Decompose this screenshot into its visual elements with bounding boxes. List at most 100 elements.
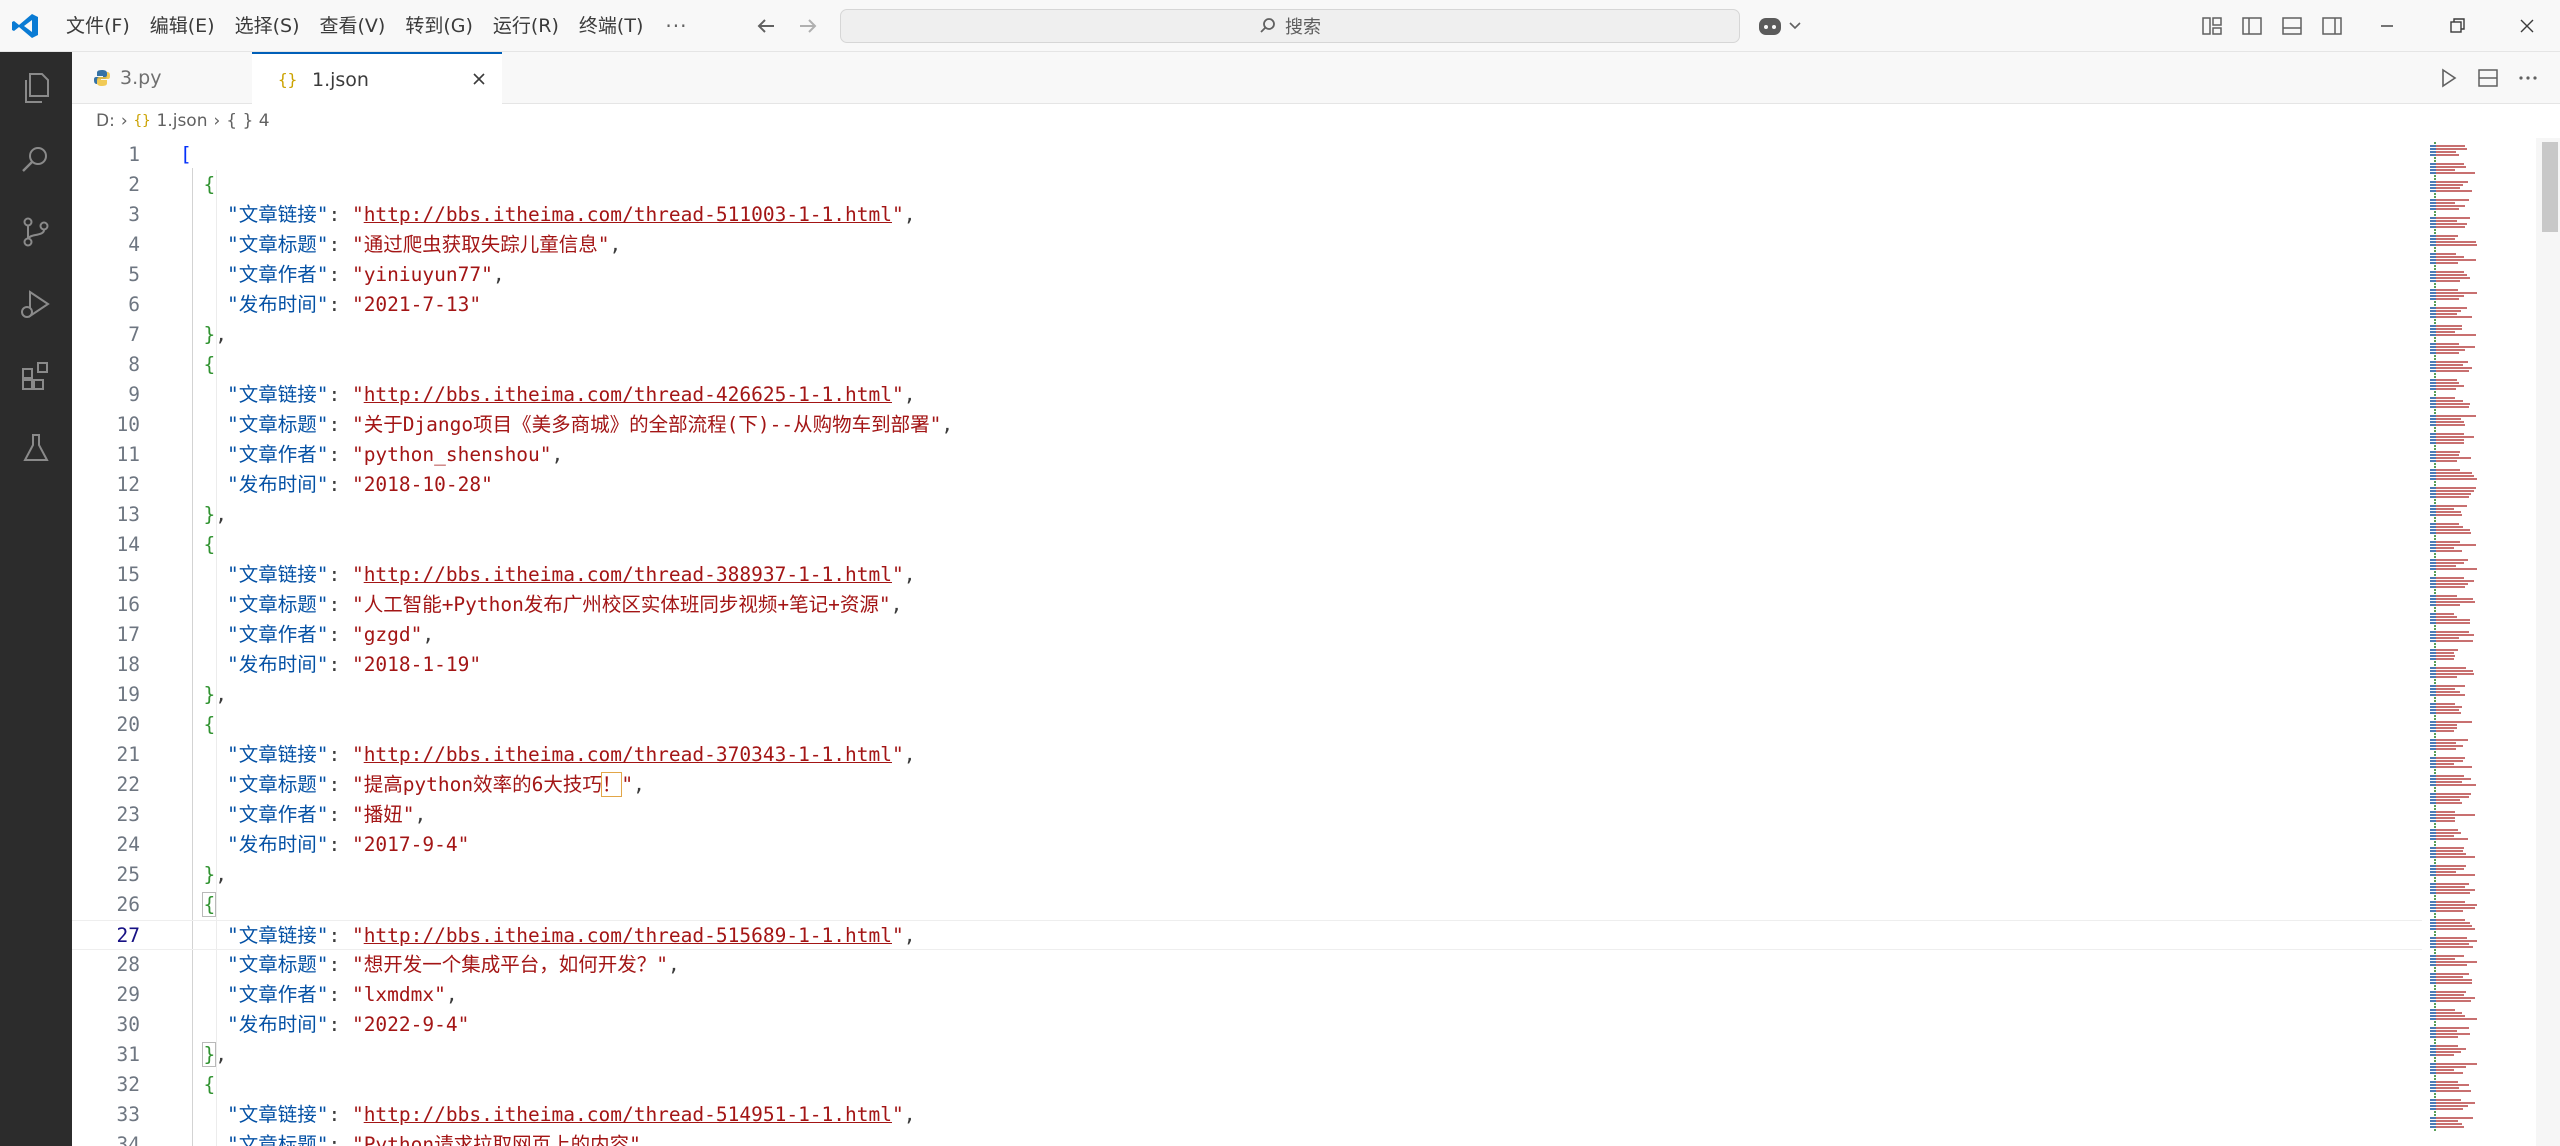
testing-icon[interactable] bbox=[18, 430, 54, 466]
source-control-icon[interactable] bbox=[18, 214, 54, 250]
code-line[interactable]: 8 { bbox=[72, 350, 2422, 380]
line-number: 25 bbox=[116, 863, 140, 886]
minimap-line bbox=[2436, 1120, 2458, 1122]
menu-selection[interactable]: 选择(S) bbox=[225, 0, 310, 52]
run-debug-icon[interactable] bbox=[18, 286, 54, 322]
code-line[interactable]: 13 }, bbox=[72, 500, 2422, 530]
minimap-line bbox=[2436, 208, 2459, 210]
extensions-icon[interactable] bbox=[18, 358, 54, 394]
code-line[interactable]: 6 "发布时间": "2021-7-13" bbox=[72, 290, 2422, 320]
code-line[interactable]: 10 "文章标题": "关于Django项目《美多商城》的全部流程(下)--从购… bbox=[72, 410, 2422, 440]
code-line[interactable]: 20 { bbox=[72, 710, 2422, 740]
code-line[interactable]: 11 "文章作者": "python_shenshou", bbox=[72, 440, 2422, 470]
code-line[interactable]: 15 "文章链接": "http://bbs.itheima.com/threa… bbox=[72, 560, 2422, 590]
minimap-line bbox=[2436, 1108, 2463, 1110]
code-line[interactable]: 18 "发布时间": "2018-1-19" bbox=[72, 650, 2422, 680]
menu-go[interactable]: 转到(G) bbox=[395, 0, 483, 52]
code-line[interactable]: 17 "文章作者": "gzgd", bbox=[72, 620, 2422, 650]
minimap-key bbox=[2430, 871, 2436, 873]
breadcrumb-file[interactable]: 1.json bbox=[157, 111, 208, 131]
minimap-line bbox=[2436, 709, 2459, 711]
menu-terminal[interactable]: 终端(T) bbox=[569, 0, 653, 52]
code-line[interactable]: 14 { bbox=[72, 530, 2422, 560]
code-line[interactable]: 9 "文章链接": "http://bbs.itheima.com/thread… bbox=[72, 380, 2422, 410]
close-tab-icon[interactable] bbox=[468, 68, 490, 90]
toggle-secondary-sidebar-icon[interactable] bbox=[2320, 14, 2344, 38]
minimap-line bbox=[2436, 154, 2459, 156]
code-line[interactable]: 22 "文章标题": "提高python效率的6大技巧！", bbox=[72, 770, 2422, 800]
code-line[interactable]: 7 }, bbox=[72, 320, 2422, 350]
tab-3-py[interactable]: 3.py bbox=[72, 52, 252, 104]
minimap-key bbox=[2430, 766, 2436, 768]
code-line[interactable]: 1[ bbox=[72, 140, 2422, 170]
code-line[interactable]: 26 { bbox=[72, 890, 2422, 920]
scrollbar-thumb[interactable] bbox=[2542, 142, 2558, 232]
minimap-line bbox=[2436, 295, 2464, 297]
code-line[interactable]: 21 "文章链接": "http://bbs.itheima.com/threa… bbox=[72, 740, 2422, 770]
minimap-line bbox=[2436, 271, 2464, 273]
minimap[interactable] bbox=[2426, 138, 2536, 1146]
menu-more-button[interactable]: ··· bbox=[653, 14, 699, 38]
toggle-panel-icon[interactable] bbox=[2280, 14, 2304, 38]
code-line[interactable]: 5 "文章作者": "yiniuyun77", bbox=[72, 260, 2422, 290]
minimap-line bbox=[2434, 535, 2436, 537]
minimap-key bbox=[2430, 640, 2436, 642]
minimap-key bbox=[2430, 991, 2436, 993]
menu-file[interactable]: 文件(F) bbox=[56, 0, 140, 52]
more-actions-icon[interactable] bbox=[2516, 66, 2540, 90]
back-arrow-icon[interactable] bbox=[752, 12, 780, 40]
split-editor-icon[interactable] bbox=[2476, 66, 2500, 90]
close-window-icon[interactable] bbox=[2512, 12, 2542, 40]
code-line[interactable]: 31 }, bbox=[72, 1040, 2422, 1070]
minimap-line bbox=[2434, 445, 2436, 447]
code-text: "文章链接": "http://bbs.itheima.com/thread-3… bbox=[226, 743, 916, 766]
minimize-icon[interactable] bbox=[2372, 12, 2402, 40]
code-line[interactable]: 24 "发布时间": "2017-9-4" bbox=[72, 830, 2422, 860]
run-file-icon[interactable] bbox=[2436, 66, 2460, 90]
minimap-line bbox=[2436, 511, 2461, 513]
command-center-search[interactable]: 搜索 bbox=[840, 9, 1740, 43]
breadcrumb-node[interactable]: { } 4 bbox=[226, 111, 269, 131]
toggle-primary-sidebar-icon[interactable] bbox=[2240, 14, 2264, 38]
menu-edit[interactable]: 编辑(E) bbox=[140, 0, 225, 52]
code-line[interactable]: 12 "发布时间": "2018-10-28" bbox=[72, 470, 2422, 500]
menu-run[interactable]: 运行(R) bbox=[483, 0, 569, 52]
minimap-line bbox=[2436, 388, 2456, 390]
minimap-key bbox=[2430, 544, 2436, 546]
code-line[interactable]: 32 { bbox=[72, 1070, 2422, 1100]
code-line[interactable]: 34 "文章标题": "Python请求拉取网页上的内容", bbox=[72, 1130, 2422, 1146]
code-line[interactable]: 25 }, bbox=[72, 860, 2422, 890]
forward-arrow-icon[interactable] bbox=[794, 12, 822, 40]
explorer-icon[interactable] bbox=[18, 70, 54, 106]
code-line[interactable]: 33 "文章链接": "http://bbs.itheima.com/threa… bbox=[72, 1100, 2422, 1130]
code-line[interactable]: 16 "文章标题": "人工智能+Python发布广州校区实体班同步视频+笔记+… bbox=[72, 590, 2422, 620]
minimap-line bbox=[2436, 256, 2464, 258]
minimap-line bbox=[2436, 406, 2469, 408]
line-number: 17 bbox=[116, 623, 140, 646]
minimap-line bbox=[2434, 1111, 2436, 1113]
minimap-line bbox=[2436, 961, 2477, 963]
vertical-scrollbar[interactable] bbox=[2536, 138, 2560, 1146]
code-line[interactable]: 19 }, bbox=[72, 680, 2422, 710]
minimap-key bbox=[2430, 712, 2436, 714]
code-line[interactable]: 28 "文章标题": "想开发一个集成平台，如何开发？", bbox=[72, 950, 2422, 980]
code-line[interactable]: 4 "文章标题": "通过爬虫获取失踪儿童信息", bbox=[72, 230, 2422, 260]
code-line[interactable]: 2 { bbox=[72, 170, 2422, 200]
minimap-line bbox=[2436, 1102, 2475, 1104]
code-line[interactable]: 29 "文章作者": "lxmdmx", bbox=[72, 980, 2422, 1010]
code-line[interactable]: 3 "文章链接": "http://bbs.itheima.com/thread… bbox=[72, 200, 2422, 230]
minimap-key bbox=[2430, 352, 2436, 354]
code-line[interactable]: 27 "文章链接": "http://bbs.itheima.com/threa… bbox=[72, 920, 2422, 950]
copilot-icon[interactable] bbox=[1756, 12, 1806, 40]
restore-icon[interactable] bbox=[2442, 12, 2472, 40]
code-editor[interactable]: 1[2 {3 "文章链接": "http://bbs.itheima.com/t… bbox=[72, 138, 2422, 1146]
minimap-line bbox=[2436, 364, 2463, 366]
customize-layout-icon[interactable] bbox=[2200, 14, 2224, 38]
minimap-line bbox=[2434, 553, 2436, 555]
tab-1-json[interactable]: {} 1.json bbox=[252, 52, 502, 105]
code-line[interactable]: 23 "文章作者": "播妞", bbox=[72, 800, 2422, 830]
code-line[interactable]: 30 "发布时间": "2022-9-4" bbox=[72, 1010, 2422, 1040]
search-icon[interactable] bbox=[18, 142, 54, 178]
menu-view[interactable]: 查看(V) bbox=[310, 0, 396, 52]
breadcrumb-drive[interactable]: D: bbox=[96, 111, 115, 131]
